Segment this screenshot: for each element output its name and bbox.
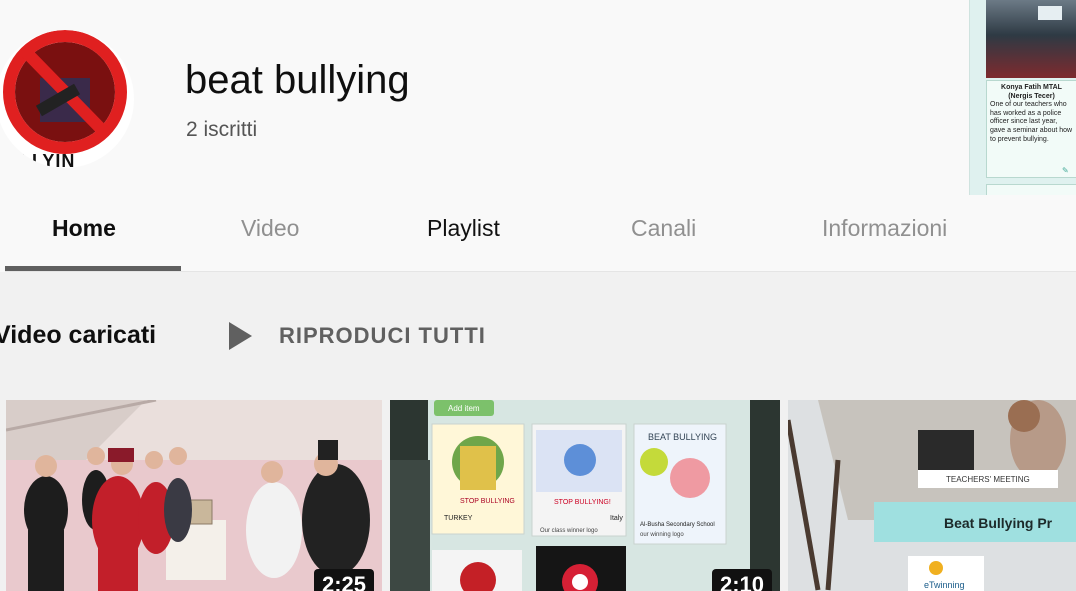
tab-canali[interactable]: Canali <box>631 215 696 242</box>
channel-tabs: Home Video Playlist Canali Informazioni <box>0 195 1076 271</box>
avatar-text: ILLYIN <box>14 151 76 168</box>
tab-playlist[interactable]: Playlist <box>427 215 500 242</box>
students-photo <box>6 400 382 591</box>
video-duration: 2:10 <box>711 569 772 591</box>
side-preview-card[interactable]: Konya Fatih MTAL (Nergis Tecer) One of o… <box>969 0 1076 195</box>
channel-avatar[interactable]: ILLYIN <box>0 30 134 168</box>
tab-informazioni[interactable]: Informazioni <box>822 215 947 242</box>
tab-video[interactable]: Video <box>241 215 299 242</box>
side-preview-title: Konya Fatih MTAL (Nergis Tecer) <box>1001 84 1062 100</box>
slide-title: Beat Bullying Pr <box>944 515 1053 531</box>
channel-name: beat bullying <box>185 58 410 102</box>
play-icon[interactable] <box>229 322 252 350</box>
video-thumbnail[interactable]: TEACHERS' MEETING Beat Bullying Pr eTwin… <box>788 400 1076 591</box>
side-preview-photo <box>986 0 1076 78</box>
anti-bullying-logo-icon <box>3 30 127 154</box>
card-italy: Italy <box>610 515 623 522</box>
video-thumbnail[interactable]: Add item BEAT BULLYING STOP BULLYING TUR… <box>390 400 780 591</box>
etwinning-logo: eTwinning <box>924 580 965 590</box>
card-school-caption: our winning logo <box>640 532 684 538</box>
card-turkey: TURKEY <box>444 515 473 522</box>
video-duration: 2:25 <box>313 569 374 591</box>
teachers-meeting-slide: TEACHERS' MEETING Beat Bullying Pr eTwin… <box>788 400 1076 591</box>
card-stop2: STOP BULLYING! <box>554 499 611 506</box>
add-item-label: Add item <box>448 404 480 413</box>
video-thumbnail[interactable]: 2:25 <box>6 400 382 591</box>
channel-header: ILLYIN beat bullying 2 iscritti Konya Fa… <box>0 0 1076 195</box>
side-preview-next <box>986 184 1076 195</box>
meeting-label: TEACHERS' MEETING <box>946 475 1030 484</box>
play-all-button[interactable]: RIPRODUCI TUTTI <box>279 323 486 349</box>
card-stop: STOP BULLYING <box>460 498 515 505</box>
subscriber-count: 2 iscritti <box>186 118 258 141</box>
tab-home[interactable]: Home <box>52 215 116 242</box>
pencil-icon: ✎ <box>1062 166 1069 175</box>
section-title: Video caricati <box>0 321 157 349</box>
card-school: Al-Busha Secondary School <box>640 522 715 528</box>
padlet-board-screenshot: Add item BEAT BULLYING STOP BULLYING TUR… <box>390 400 780 591</box>
panel-title: BEAT BULLYING <box>648 432 717 442</box>
side-preview-body: One of our teachers who has worked as a … <box>990 101 1073 143</box>
side-preview-text: Konya Fatih MTAL (Nergis Tecer) One of o… <box>986 80 1076 178</box>
card-italy-caption: Our class winner logo <box>540 528 598 534</box>
